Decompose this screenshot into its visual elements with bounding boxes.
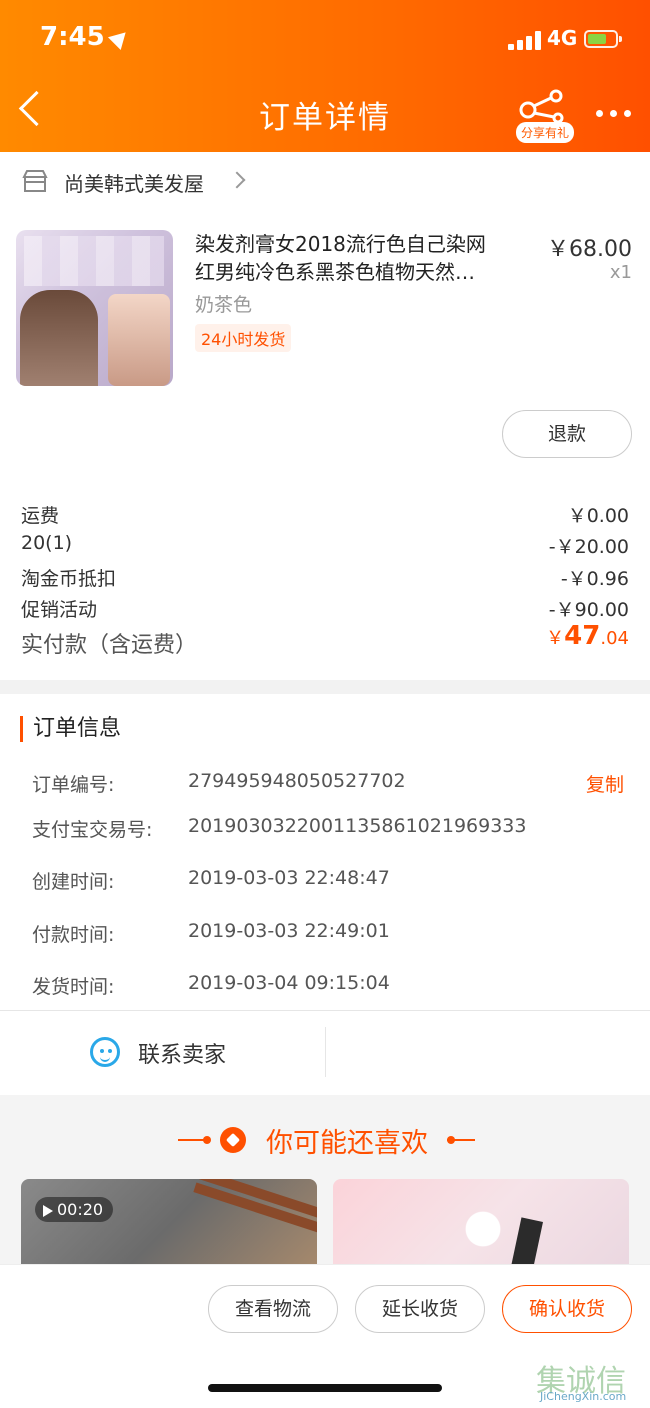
shipping-tag: 24小时发货 <box>195 324 292 352</box>
header-bar: 7:45 4G 订单详情 分享有礼 <box>0 0 650 152</box>
paid-total-row: 实付款（含运费） ￥47.04 <box>21 621 629 659</box>
fee-label: 20(1) <box>21 532 73 554</box>
contact-seller-button[interactable]: 联系卖家 <box>0 1011 650 1095</box>
refund-button[interactable]: 退款 <box>502 410 632 458</box>
video-badge: 00:20 <box>35 1197 114 1222</box>
more-icon[interactable] <box>596 110 632 118</box>
copy-button[interactable]: 复制 <box>586 770 624 797</box>
home-indicator[interactable] <box>208 1384 442 1392</box>
fee-row-coins: 淘金币抵扣 -￥0.96 <box>21 564 629 591</box>
fee-row-shipping: 运费 ￥0.00 <box>21 501 629 528</box>
info-value: 2019-03-03 22:49:01 <box>188 920 390 942</box>
paid-decimal: .04 <box>600 628 629 649</box>
product-spec: 奶茶色 <box>195 294 253 316</box>
paid-currency: ￥ <box>546 628 565 649</box>
network-label: 4G <box>547 26 578 50</box>
fee-label: 运费 <box>21 505 60 527</box>
info-label: 付款时间: <box>32 924 115 946</box>
status-time-text: 7:45 <box>40 22 105 52</box>
recommend-title: 你可能还喜欢 <box>0 1121 650 1160</box>
product-title-line2: 红男纯冷色系黑茶色植物天然… <box>195 260 475 284</box>
shop-row[interactable]: 尚美韩式美发屋 <box>0 152 650 210</box>
info-value: 2019-03-04 09:15:04 <box>188 972 390 994</box>
fee-value: -￥20.00 <box>548 536 629 558</box>
recommend-title-text: 你可能还喜欢 <box>266 1128 428 1159</box>
extend-receipt-button[interactable]: 延长收货 <box>355 1285 485 1333</box>
fee-value: ￥0.00 <box>567 505 629 527</box>
share-badge: 分享有礼 <box>516 122 575 143</box>
fee-row-promotion: 促销活动 -￥90.00 <box>21 595 629 622</box>
info-label: 订单编号: <box>32 774 115 796</box>
shop-name: 尚美韩式美发屋 <box>64 172 204 196</box>
battery-icon <box>584 30 622 48</box>
fee-value: -￥90.00 <box>548 599 629 621</box>
product-title-line1: 染发剂膏女2018流行色自己染网 <box>195 232 486 256</box>
fee-row-coupon: 20(1) -￥20.00 <box>21 532 629 558</box>
product-image[interactable] <box>16 230 173 386</box>
status-time: 7:45 <box>40 22 132 52</box>
product-price: ￥68.00 <box>547 237 632 262</box>
video-duration: 00:20 <box>57 1200 104 1219</box>
chevron-right-icon <box>228 171 246 189</box>
signal-icon <box>508 30 542 50</box>
confirm-receipt-button[interactable]: 确认收货 <box>502 1285 632 1333</box>
chat-icon <box>90 1037 120 1067</box>
info-label: 发货时间: <box>32 976 115 998</box>
recommend-card[interactable]: 00:20 <box>21 1179 317 1274</box>
product-quantity: x1 <box>609 262 632 283</box>
info-label: 支付宝交易号: <box>32 819 153 841</box>
section-gap <box>0 680 650 694</box>
view-logistics-button[interactable]: 查看物流 <box>208 1285 338 1333</box>
info-value: 2019030322001135861021969333 <box>188 815 527 837</box>
paid-label: 实付款（含运费） <box>21 633 198 658</box>
paid-amount: ￥47.04 <box>546 621 629 651</box>
contact-seller-label: 联系卖家 <box>138 1043 227 1068</box>
watermark-domain: JiChengXin.com <box>540 1390 627 1403</box>
fee-label: 淘金币抵扣 <box>21 568 117 590</box>
watermark: 集诚信 JiChengXin.com <box>536 1356 646 1403</box>
share-button[interactable]: 分享有礼 <box>514 88 575 144</box>
fee-label: 促销活动 <box>21 599 98 621</box>
location-arrow-icon <box>107 25 132 50</box>
product-title[interactable]: 染发剂膏女2018流行色自己染网 红男纯冷色系黑茶色植物天然… <box>195 230 525 286</box>
store-icon <box>22 170 48 192</box>
divider <box>325 1027 326 1077</box>
info-label: 创建时间: <box>32 871 115 893</box>
fee-value: -￥0.96 <box>560 568 629 590</box>
info-value: 2019-03-03 22:48:47 <box>188 867 390 889</box>
decor-line <box>447 1139 475 1141</box>
recommend-card[interactable] <box>333 1179 629 1274</box>
info-value: 279495948050527702 <box>188 770 406 792</box>
order-info-title: 订单信息 <box>20 716 121 742</box>
play-icon <box>43 1204 53 1217</box>
paid-integer: 47 <box>564 621 601 651</box>
